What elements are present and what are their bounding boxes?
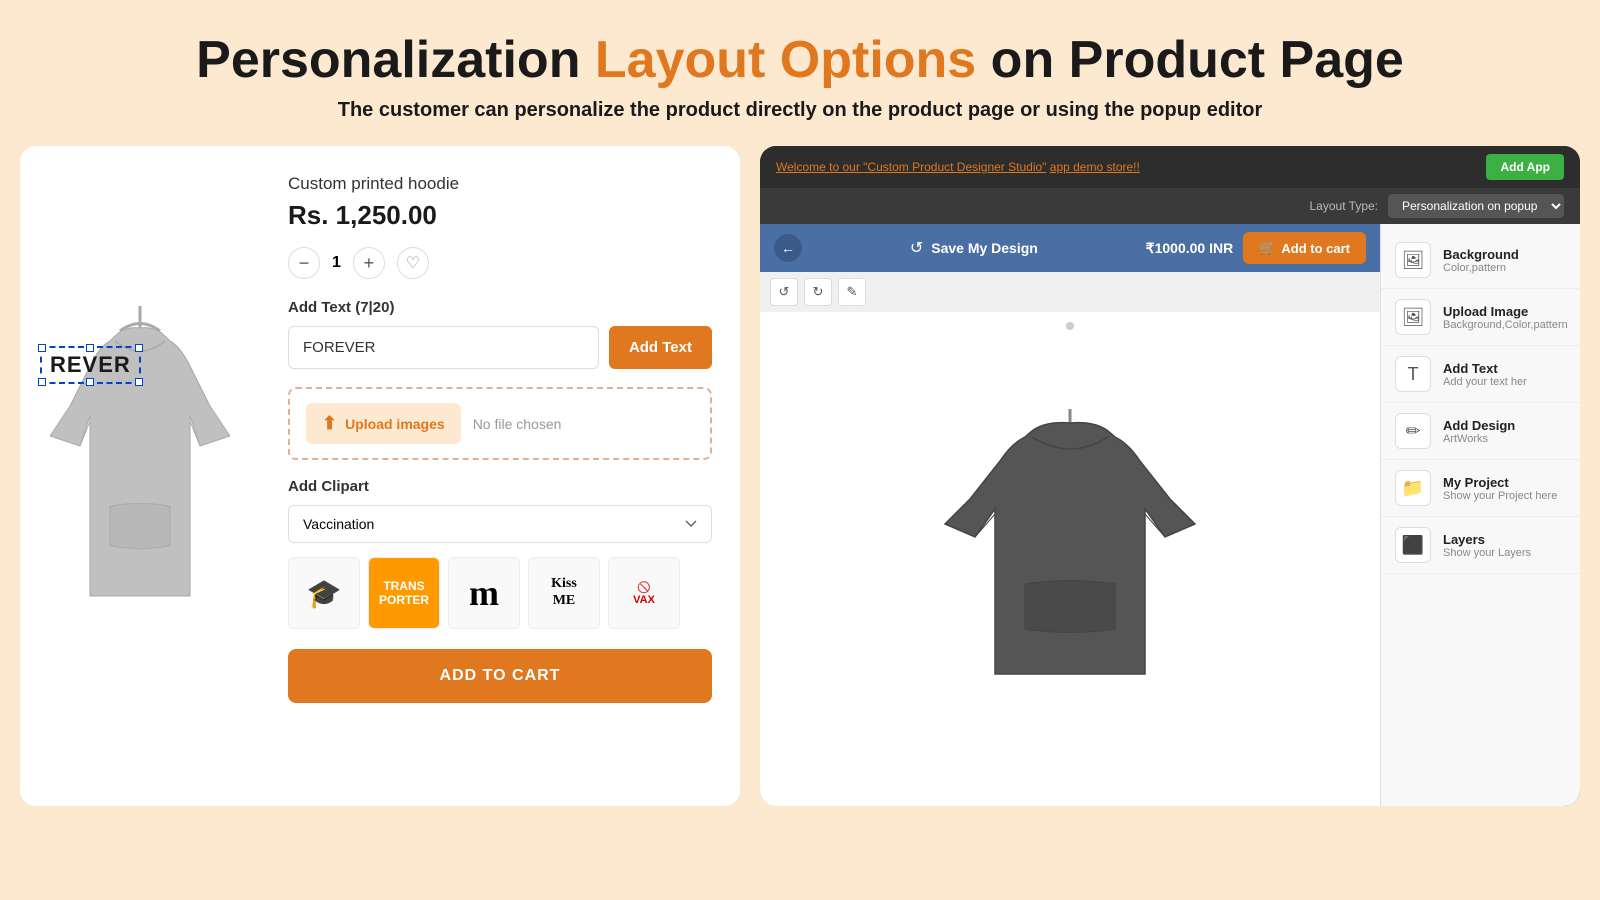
editor-main: ← ↺ Save My Design ₹1000.00 INR 🛒 Add to… bbox=[760, 224, 1580, 806]
resize-handle-bm[interactable] bbox=[86, 378, 94, 386]
editor-welcome-text: Welcome to our "Custom Product Designer … bbox=[776, 160, 1140, 174]
sidebar-item-icon-3: ✏ bbox=[1395, 413, 1431, 449]
sidebar-item-icon-5: ⬛ bbox=[1395, 527, 1431, 563]
add-text-section-label: Add Text (7|20) bbox=[288, 299, 712, 316]
resize-handle-tm[interactable] bbox=[86, 344, 94, 352]
canvas-back-button[interactable]: ← bbox=[774, 234, 802, 262]
resize-handle-tr[interactable] bbox=[135, 344, 143, 352]
clipart-item-3[interactable]: m bbox=[448, 557, 520, 629]
layout-type-select[interactable]: Personalization on popup bbox=[1388, 194, 1564, 218]
product-image-area: REVER bbox=[20, 146, 260, 806]
redo-button[interactable]: ↻ bbox=[804, 278, 832, 306]
resize-handle-br[interactable] bbox=[135, 378, 143, 386]
clipart-item-5[interactable]: 🚫VAX bbox=[608, 557, 680, 629]
sidebar-item-title-1: Upload Image bbox=[1443, 304, 1568, 319]
sidebar-item-title-4: My Project bbox=[1443, 475, 1557, 490]
sidebar-item-sub-5: Show your Layers bbox=[1443, 547, 1531, 559]
clipart-item-1[interactable]: 🎓 bbox=[288, 557, 360, 629]
product-price: Rs. 1,250.00 bbox=[288, 200, 712, 231]
text-overlay-box[interactable]: REVER bbox=[40, 346, 141, 384]
sidebar-item-add-design[interactable]: ✏ Add DesignArtWorks bbox=[1381, 403, 1580, 460]
sidebar-item-my-project[interactable]: 📁 My ProjectShow your Project here bbox=[1381, 460, 1580, 517]
overlay-text: REVER bbox=[50, 352, 131, 377]
save-icon: ↺ bbox=[910, 238, 923, 258]
clipart-dropdown[interactable]: Vaccination bbox=[288, 505, 712, 543]
clipart-section-label: Add Clipart bbox=[288, 478, 712, 495]
sidebar-item-sub-1: Background,Color,pattern bbox=[1443, 319, 1568, 331]
page-header: Personalization Layout Options on Produc… bbox=[0, 0, 1600, 146]
sidebar-item-title-3: Add Design bbox=[1443, 418, 1515, 433]
editor-canvas-area: ← ↺ Save My Design ₹1000.00 INR 🛒 Add to… bbox=[760, 224, 1380, 806]
text-input-row: Add Text bbox=[288, 326, 712, 369]
sidebar-item-layers[interactable]: ⬛ LayersShow your Layers bbox=[1381, 517, 1580, 574]
editor-toolbar: Layout Type: Personalization on popup bbox=[760, 188, 1580, 224]
popup-editor-panel: Welcome to our "Custom Product Designer … bbox=[760, 146, 1580, 806]
canvas-add-to-cart-button[interactable]: 🛒 Add to cart bbox=[1243, 232, 1366, 264]
sidebar-item-background[interactable]: 🖼 BackgroundColor,pattern bbox=[1381, 232, 1580, 289]
sidebar-item-sub-0: Color,pattern bbox=[1443, 262, 1519, 274]
text-input-field[interactable] bbox=[288, 326, 599, 369]
sidebar-item-title-5: Layers bbox=[1443, 532, 1531, 547]
clipart-item-4[interactable]: KissME bbox=[528, 557, 600, 629]
product-title: Custom printed hoodie bbox=[288, 174, 712, 194]
sidebar-item-icon-0: 🖼 bbox=[1395, 242, 1431, 278]
no-file-text: No file chosen bbox=[473, 416, 562, 432]
add-to-cart-button[interactable]: ADD TO CART bbox=[288, 649, 712, 703]
sidebar-item-sub-4: Show your Project here bbox=[1443, 490, 1557, 502]
editor-sidebar: 🖼 BackgroundColor,pattern 🖼 Upload ImageBac… bbox=[1380, 224, 1580, 806]
quantity-increase-button[interactable]: + bbox=[353, 247, 385, 279]
canvas-top-bar: ← ↺ Save My Design ₹1000.00 INR 🛒 Add to… bbox=[760, 224, 1380, 272]
sidebar-item-sub-3: ArtWorks bbox=[1443, 433, 1515, 445]
sidebar-item-icon-1: 🖼 bbox=[1395, 299, 1431, 335]
page-title: Personalization Layout Options on Produc… bbox=[40, 32, 1560, 89]
canvas-price: ₹1000.00 INR bbox=[1146, 240, 1234, 257]
sidebar-item-title-0: Background bbox=[1443, 247, 1519, 262]
resize-handle-bl[interactable] bbox=[38, 378, 46, 386]
canvas-content bbox=[760, 312, 1380, 806]
canvas-hoodie-image bbox=[940, 409, 1200, 709]
clipart-grid: 🎓 TRANSPORTER m KissME 🚫VAX bbox=[288, 557, 712, 629]
canvas-tools-bar: ↺ ↻ ✎ bbox=[760, 272, 1380, 312]
panels-container: REVER Custom printed hoodie Rs. 1,250.00… bbox=[0, 146, 1600, 806]
edit-tool-button[interactable]: ✎ bbox=[838, 278, 866, 306]
canvas-dot bbox=[1066, 322, 1074, 330]
quantity-decrease-button[interactable]: − bbox=[288, 247, 320, 279]
add-app-button[interactable]: Add App bbox=[1486, 154, 1564, 180]
save-design-area: ↺ Save My Design bbox=[910, 238, 1038, 258]
editor-topbar: Welcome to our "Custom Product Designer … bbox=[760, 146, 1580, 188]
sidebar-item-sub-2: Add your text her bbox=[1443, 376, 1527, 388]
product-controls: Custom printed hoodie Rs. 1,250.00 − 1 +… bbox=[260, 146, 740, 806]
add-text-button[interactable]: Add Text bbox=[609, 326, 712, 369]
page-subtitle: The customer can personalize the product… bbox=[40, 99, 1560, 122]
sidebar-item-add-text[interactable]: T Add TextAdd your text her bbox=[1381, 346, 1580, 403]
cart-icon: 🛒 bbox=[1259, 240, 1275, 256]
quantity-row: − 1 + ♡ bbox=[288, 247, 712, 279]
save-design-label: Save My Design bbox=[931, 240, 1038, 256]
editor-welcome-link: "Custom Product Designer Studio" bbox=[863, 160, 1046, 174]
clipart-item-2[interactable]: TRANSPORTER bbox=[368, 557, 440, 629]
layout-type-label: Layout Type: bbox=[1310, 199, 1379, 213]
undo-button[interactable]: ↺ bbox=[770, 278, 798, 306]
sidebar-item-icon-2: T bbox=[1395, 356, 1431, 392]
sidebar-item-title-2: Add Text bbox=[1443, 361, 1527, 376]
sidebar-item-upload-image[interactable]: 🖼 Upload ImageBackground,Color,pattern bbox=[1381, 289, 1580, 346]
upload-images-button[interactable]: ⬆ Upload images bbox=[306, 403, 461, 444]
sidebar-item-icon-4: 📁 bbox=[1395, 470, 1431, 506]
wishlist-button[interactable]: ♡ bbox=[397, 247, 429, 279]
upload-btn-label: Upload images bbox=[345, 416, 445, 432]
product-page-panel: REVER Custom printed hoodie Rs. 1,250.00… bbox=[20, 146, 740, 806]
quantity-value: 1 bbox=[332, 254, 341, 272]
upload-icon: ⬆ bbox=[322, 413, 337, 434]
upload-area: ⬆ Upload images No file chosen bbox=[288, 387, 712, 460]
resize-handle-tl[interactable] bbox=[38, 344, 46, 352]
